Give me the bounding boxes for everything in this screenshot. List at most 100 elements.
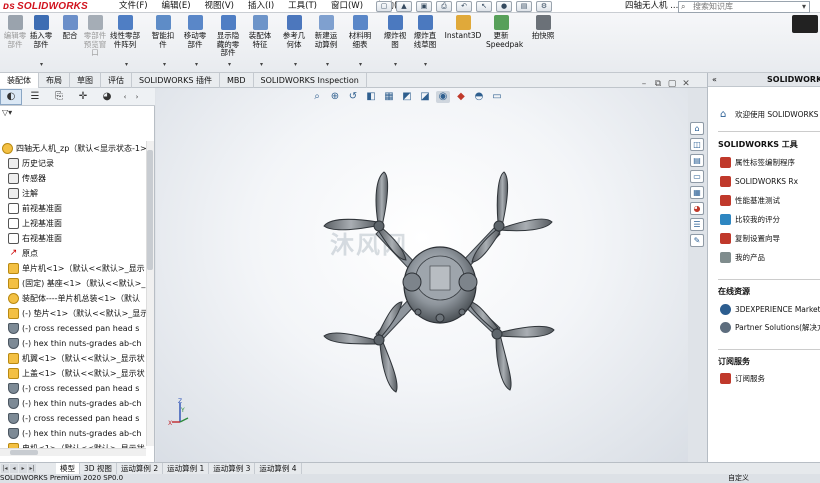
tree-item[interactable]: ↗ 原点	[0, 246, 146, 261]
options-icon[interactable]: ⚙	[536, 1, 552, 12]
welcome-link[interactable]: ⌂ 欢迎使用 SOLIDWORKS	[720, 109, 818, 120]
tree-item[interactable]: 注解	[0, 186, 146, 201]
open-icon[interactable]: ▲	[396, 1, 412, 12]
tab-3[interactable]: 评估	[101, 73, 132, 88]
tab-5[interactable]: MBD	[220, 73, 254, 88]
subscription-link[interactable]: 订阅服务	[720, 373, 765, 384]
menu-item[interactable]: 插入(I)	[241, 0, 281, 13]
menu-item[interactable]: 编辑(E)	[155, 0, 198, 13]
tree-item[interactable]: (-) cross recessed pan head s	[0, 321, 146, 336]
dropdown-arrow-icon[interactable]: ▾	[394, 61, 397, 68]
tree-item[interactable]: 历史记录	[0, 156, 146, 171]
tab-6[interactable]: SOLIDWORKS Inspection	[254, 73, 367, 88]
ribbon-button[interactable]: 移动零 部件	[180, 15, 210, 49]
tab-0[interactable]: 装配体	[0, 73, 39, 88]
tree-item[interactable]: 传感器	[0, 171, 146, 186]
solidworks-logo[interactable]: ᴅs SOLIDWORKS	[3, 0, 88, 13]
tree-scroll-thumb[interactable]	[147, 150, 153, 270]
select-icon[interactable]: ↖	[476, 1, 492, 12]
ribbon-button[interactable]: 装配体 特征	[245, 15, 275, 49]
panel-scroll-left-icon[interactable]: ‹	[120, 89, 130, 105]
ribbon-button[interactable]: 材料明 细表	[345, 15, 375, 49]
dropdown-arrow-icon[interactable]: ▾	[125, 61, 128, 68]
tab-4[interactable]: SOLIDWORKS 插件	[132, 73, 220, 88]
tree-filter-icon[interactable]: ▽▾	[2, 108, 12, 117]
last-tab-icon[interactable]: ▸|	[28, 464, 36, 473]
tree-item[interactable]: 单片机<1>（默认<<默认>_显示	[0, 261, 146, 276]
display-manager-tab-icon[interactable]: ◕	[96, 89, 118, 105]
rebuild-icon[interactable]: ●	[496, 1, 512, 12]
tree-hscroll-thumb[interactable]	[10, 450, 38, 455]
bottom-tab-5[interactable]: 运动算例 4	[255, 462, 302, 475]
file-explorer-icon[interactable]: ▭	[690, 170, 704, 183]
home-icon[interactable]: ⌂	[690, 122, 704, 135]
tree-item[interactable]: 上盖<1>（默认<<默认>_显示状	[0, 366, 146, 381]
dropdown-arrow-icon[interactable]: ▾	[424, 61, 427, 68]
ribbon-button[interactable]: 拍快照	[528, 15, 558, 41]
forum-icon[interactable]: ✎	[690, 234, 704, 247]
tab-2[interactable]: 草图	[70, 73, 101, 88]
configuration-manager-tab-icon[interactable]: ⎘	[48, 89, 70, 105]
dropdown-arrow-icon[interactable]: ▾	[359, 61, 362, 68]
first-tab-icon[interactable]: |◂	[1, 464, 9, 473]
tree-item[interactable]: (-) hex thin nuts-grades ab-ch	[0, 396, 146, 411]
tree-item[interactable]: (固定) 基座<1>（默认<<默认>_	[0, 276, 146, 291]
undo-icon[interactable]: ↶	[456, 1, 472, 12]
new-document-icon[interactable]: ▢	[376, 1, 392, 12]
file-properties-icon[interactable]: ▤	[516, 1, 532, 12]
feature-tree-tab-icon[interactable]: ◐	[0, 88, 22, 105]
print-icon[interactable]: ⎙	[436, 1, 452, 12]
dropdown-arrow-icon[interactable]: ▾	[228, 61, 231, 68]
tab-1[interactable]: 布局	[39, 73, 70, 88]
ribbon-button[interactable]: 显示隐 藏的零 部件	[213, 15, 243, 58]
online-resource-link[interactable]: Partner Solutions(解决方案)	[720, 322, 820, 333]
ribbon-button[interactable]: 更新 Speedpak	[486, 15, 523, 49]
tree-item[interactable]: 装配体----单片机总装<1>（默认	[0, 291, 146, 306]
drone-model[interactable]	[156, 88, 688, 462]
ribbon-button[interactable]: 线性零部 件阵列	[110, 15, 140, 49]
tool-link[interactable]: SOLIDWORKS Rx	[720, 176, 798, 187]
design-library-icon[interactable]: ▤	[690, 154, 704, 167]
dropdown-arrow-icon[interactable]: ▾	[163, 61, 166, 68]
bottom-tab-4[interactable]: 运动算例 3	[209, 462, 256, 475]
panel-scroll-right-icon[interactable]: ›	[132, 89, 142, 105]
tool-link[interactable]: 比较我的评分	[720, 214, 780, 225]
dimxpert-tab-icon[interactable]: ✛	[72, 89, 94, 105]
save-icon[interactable]: ▣	[416, 1, 432, 12]
ribbon-button[interactable]: 插入零 部件	[26, 15, 56, 49]
tree-item[interactable]: (-) cross recessed pan head s	[0, 381, 146, 396]
tree-item[interactable]: 前视基准面	[0, 201, 146, 216]
ribbon-button[interactable]: 零部件 预览窗 口	[80, 15, 110, 58]
custom-properties-icon[interactable]: ☰	[690, 218, 704, 231]
dropdown-arrow-icon[interactable]: ▾	[260, 61, 263, 68]
ribbon-button[interactable]: 新建运 动算例	[311, 15, 341, 49]
bottom-tab-0[interactable]: 模型	[56, 462, 80, 475]
menu-item[interactable]: 文件(F)	[112, 0, 155, 13]
dropdown-arrow-icon[interactable]: ▾	[195, 61, 198, 68]
menu-item[interactable]: 工具(T)	[281, 0, 324, 13]
collapse-pane-icon[interactable]: «	[712, 73, 717, 87]
menu-item[interactable]: 视图(V)	[198, 0, 241, 13]
bottom-tab-3[interactable]: 运动算例 1	[163, 462, 210, 475]
tool-link[interactable]: 复制设置向导	[720, 233, 780, 244]
status-custom[interactable]: 自定义	[728, 474, 749, 483]
dropdown-arrow-icon[interactable]: ▾	[40, 61, 43, 68]
tree-item[interactable]: 右视基准面	[0, 231, 146, 246]
tree-item[interactable]: (-) hex thin nuts-grades ab-ch	[0, 426, 146, 441]
tree-root[interactable]: 四轴无人机_zp（默认<显示状态-1>）	[0, 141, 146, 156]
dropdown-arrow-icon[interactable]: ▾	[326, 61, 329, 68]
bottom-tab-2[interactable]: 运动算例 2	[117, 462, 164, 475]
online-resource-link[interactable]: 3DEXPERIENCE Marketplace	[720, 304, 820, 315]
3d-content-icon[interactable]: ◫	[690, 138, 704, 151]
menu-item[interactable]: 窗口(W)	[324, 0, 370, 13]
search-dropdown-icon[interactable]: ▾	[802, 2, 806, 12]
tree-item[interactable]: 上视基准面	[0, 216, 146, 231]
ribbon-button[interactable]: 爆炸直 线草图	[410, 15, 440, 49]
search-input[interactable]: ⌕ 搜索知识库 ▾	[678, 1, 810, 13]
appearances-icon[interactable]: ◕	[690, 202, 704, 215]
ribbon-button[interactable]: 智能扣 件	[148, 15, 178, 49]
tree-item[interactable]: 机翼<1>（默认<<默认>_显示状	[0, 351, 146, 366]
tool-link[interactable]: 属性标签编制程序	[720, 157, 795, 168]
ribbon-button[interactable]: 爆炸视 图	[380, 15, 410, 49]
property-manager-tab-icon[interactable]: ☰	[24, 89, 46, 105]
